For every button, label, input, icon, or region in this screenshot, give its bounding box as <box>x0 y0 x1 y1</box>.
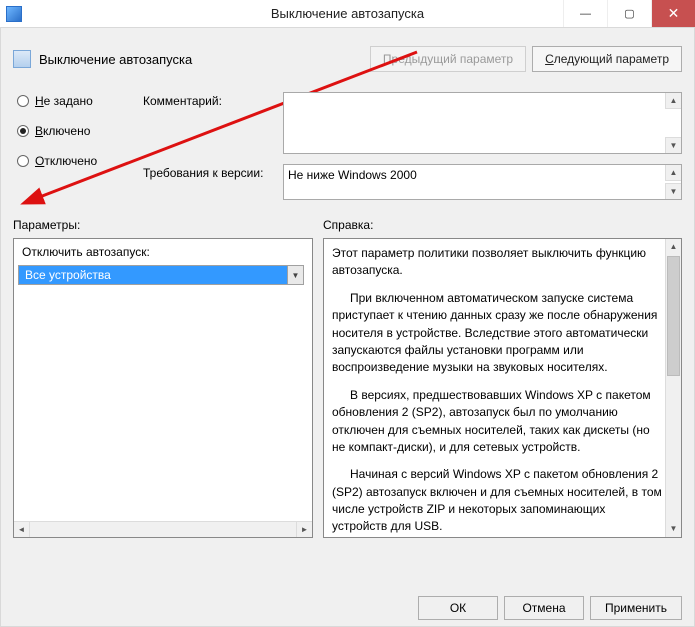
scroll-right-icon[interactable]: ► <box>296 522 312 537</box>
scroll-down-icon[interactable]: ▼ <box>666 521 681 537</box>
dialog-body: Выключение автозапуска Предыдущий параме… <box>0 28 695 627</box>
scroll-down-icon[interactable]: ▼ <box>665 137 681 153</box>
scroll-track[interactable] <box>666 377 681 521</box>
pane-labels: Параметры: Справка: <box>13 218 682 232</box>
top-section: Не задано Включено Отключено Комментарий… <box>13 92 682 200</box>
scroll-up-icon[interactable]: ▲ <box>665 165 681 181</box>
close-button[interactable]: ✕ <box>651 0 695 27</box>
scroll-thumb[interactable] <box>667 256 680 376</box>
policy-title: Выключение автозапуска <box>39 52 192 67</box>
minimize-button[interactable]: — <box>563 0 607 27</box>
policy-icon <box>13 50 31 68</box>
scroll-track[interactable] <box>30 522 296 537</box>
scroll-left-icon[interactable]: ◄ <box>14 522 30 537</box>
ok-button[interactable]: ОК <box>418 596 498 620</box>
cancel-button[interactable]: Отмена <box>504 596 584 620</box>
previous-setting-button[interactable]: Предыдущий параметр <box>370 46 526 72</box>
radio-icon <box>17 155 29 167</box>
requirements-textarea: Не ниже Windows 2000 ▲ ▼ <box>283 164 682 200</box>
window-buttons: — ▢ ✕ <box>563 0 695 27</box>
requirements-label: Требования к версии: <box>143 164 273 200</box>
horizontal-scrollbar[interactable]: ◄ ► <box>14 521 312 537</box>
scroll-up-icon[interactable]: ▲ <box>665 93 681 109</box>
header: Выключение автозапуска Предыдущий параме… <box>13 38 682 80</box>
params-label: Параметры: <box>13 218 323 232</box>
scroll-down-icon[interactable]: ▼ <box>665 183 681 199</box>
dialog-footer: ОК Отмена Применить <box>418 596 682 620</box>
help-pane: Этот параметр политики позволяет выключи… <box>323 238 682 538</box>
parameters-pane: Отключить автозапуск: Все устройства ▼ ◄… <box>13 238 313 538</box>
comment-label: Комментарий: <box>143 92 273 154</box>
state-radio-group: Не задано Включено Отключено <box>13 92 143 200</box>
help-text: Начиная с версий Windows XP с пакетом об… <box>332 466 663 536</box>
panes: Отключить автозапуск: Все устройства ▼ ◄… <box>13 238 682 538</box>
maximize-button[interactable]: ▢ <box>607 0 651 27</box>
radio-icon <box>17 95 29 107</box>
help-label: Справка: <box>323 218 373 232</box>
comment-textarea[interactable]: ▲ ▼ <box>283 92 682 154</box>
radio-enabled[interactable]: Включено <box>17 124 143 138</box>
help-text: В версиях, предшествовавших Windows XP с… <box>332 387 663 457</box>
comment-row: Комментарий: ▲ ▼ <box>143 92 682 154</box>
scroll-up-icon[interactable]: ▲ <box>666 239 681 255</box>
help-text: При включенном автоматическом запуске си… <box>332 290 663 377</box>
next-setting-button[interactable]: Следующий параметр <box>532 46 682 72</box>
radio-not-configured[interactable]: Не задано <box>17 94 143 108</box>
radio-icon <box>17 125 29 137</box>
vertical-scrollbar[interactable]: ▲ ▼ <box>665 239 681 537</box>
requirements-row: Требования к версии: Не ниже Windows 200… <box>143 164 682 200</box>
param-field-label: Отключить автозапуск: <box>14 239 312 263</box>
autorun-target-select[interactable]: Все устройства ▼ <box>18 265 304 285</box>
chevron-down-icon: ▼ <box>287 266 303 284</box>
radio-disabled[interactable]: Отключено <box>17 154 143 168</box>
help-text: Этот параметр политики позволяет выключи… <box>332 245 663 280</box>
app-icon <box>6 6 22 22</box>
fields: Комментарий: ▲ ▼ Требования к версии: Не… <box>143 92 682 200</box>
title-bar: Выключение автозапуска — ▢ ✕ <box>0 0 695 28</box>
apply-button[interactable]: Применить <box>590 596 682 620</box>
